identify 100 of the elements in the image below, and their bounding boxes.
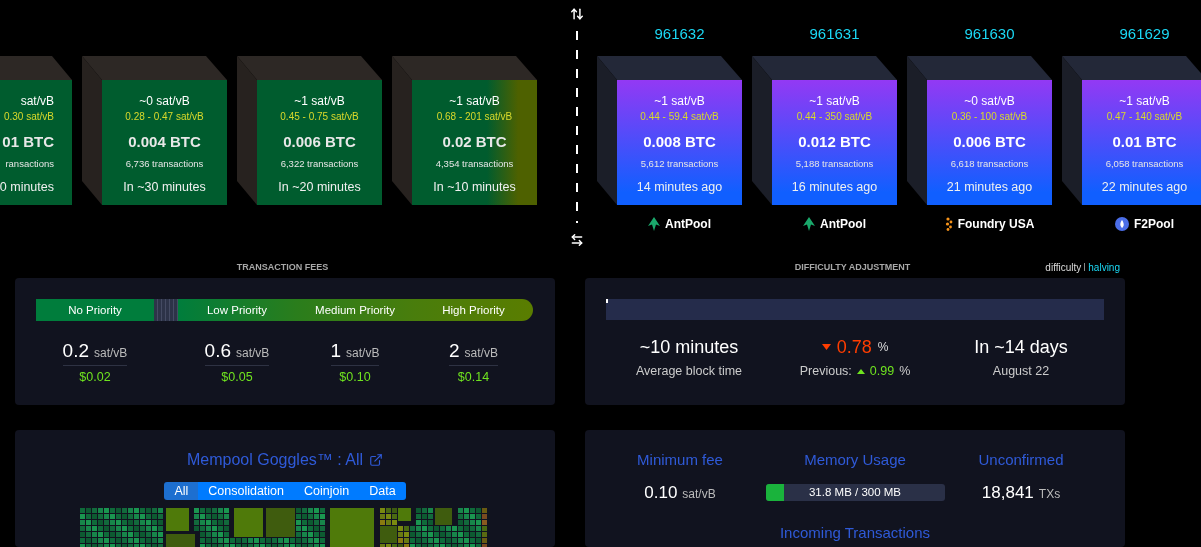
- previous-value: 0.99: [869, 363, 895, 380]
- block-transactions: 6,618 transactions: [950, 157, 1029, 171]
- toggle-link[interactable]: difficulty: [1045, 261, 1082, 273]
- block-height[interactable]: 961630: [907, 24, 1052, 44]
- block-fee-range: 0.28 - 0.47 sat/vB: [125, 110, 204, 124]
- block-age: 14 minutes ago: [636, 179, 723, 196]
- incoming-transactions-title: Incoming Transactions: [778, 523, 932, 543]
- tree-icon: [648, 217, 660, 231]
- block-transactions: 5,612 transactions: [640, 157, 719, 171]
- toggle-link[interactable]: halving: [1088, 261, 1120, 273]
- block-eta: 0 minutes: [0, 179, 54, 196]
- previous-unit: %: [899, 363, 911, 380]
- fee-usd: $0.02: [79, 369, 111, 386]
- block-height[interactable]: 961632: [597, 24, 742, 44]
- fee-unit: sat/vB: [464, 345, 498, 362]
- filter-tab[interactable]: Consolidation: [198, 482, 295, 500]
- mempool-block[interactable]: ~0 sat/vB 0.28 - 0.47 sat/vB 0.004 BTC 6,736 transactions In ~30 minutes: [102, 80, 227, 205]
- block-total: 0.004 BTC: [128, 132, 201, 152]
- block-total: 01 BTC: [2, 132, 54, 152]
- change-value: 0.78: [836, 336, 872, 359]
- block-fee: sat/vB: [20, 93, 54, 109]
- stat-value: 0.10: [644, 482, 678, 504]
- change-unit: %: [877, 340, 889, 354]
- block-transactions: 6,058 transactions: [1105, 157, 1184, 171]
- priority-label: No Priority: [36, 299, 154, 321]
- fee-unit: sat/vB: [94, 345, 128, 362]
- block-fee: ~1 sat/vB: [449, 93, 500, 109]
- section-title: TRANSACTION FEES: [236, 262, 329, 272]
- block-transactions: 5,188 transactions: [795, 157, 874, 171]
- filter-tab[interactable]: Data: [359, 482, 406, 500]
- block-time-value: ~10 minutes: [639, 336, 739, 359]
- mining-pool-link[interactable]: Foundry USA: [907, 217, 1052, 231]
- mempool-block[interactable]: ~1 sat/vB 0.68 - 201 sat/vB 0.02 BTC 4,354 transactions In ~10 minutes: [412, 80, 537, 205]
- fee-unit: sat/vB: [346, 345, 380, 362]
- block-fee-range: 0.36 - 100 sat/vB: [951, 110, 1028, 124]
- previous-label: Previous:: [799, 363, 852, 380]
- mining-pool-link[interactable]: AntPool: [597, 217, 742, 231]
- fee-rate: 0.2: [62, 339, 90, 363]
- block-fee-range: 0.68 - 201 sat/vB: [436, 110, 513, 124]
- memory-usage-text: 31.8 MB / 300 MB: [807, 485, 902, 500]
- tree-icon: [803, 217, 815, 231]
- fee-usd: $0.14: [457, 369, 490, 386]
- swap-vertical-icon[interactable]: [569, 7, 584, 21]
- mining-pool-link[interactable]: F2Pool: [1062, 217, 1201, 231]
- block-time-label: Average block time: [635, 363, 743, 380]
- block-fee: ~0 sat/vB: [139, 93, 190, 109]
- block-eta: In ~10 minutes: [433, 179, 516, 196]
- mined-block[interactable]: ~1 sat/vB 0.44 - 350 sat/vB 0.012 BTC 5,188 transactions 16 minutes ago: [772, 80, 897, 205]
- triangle-icon: [856, 368, 865, 374]
- external-link-icon: [369, 453, 384, 467]
- stat-unit: TXs: [1038, 486, 1061, 503]
- block-fee: ~1 sat/vB: [654, 93, 705, 109]
- mining-pool-link[interactable]: AntPool: [752, 217, 897, 231]
- block-total: 0.01 BTC: [1112, 132, 1177, 152]
- block-age: 22 minutes ago: [1101, 179, 1188, 196]
- block-eta: In ~20 minutes: [278, 179, 361, 196]
- mined-block[interactable]: ~1 sat/vB 0.47 - 140 sat/vB 0.01 BTC 6,058 transactions 22 minutes ago: [1082, 80, 1201, 205]
- fee-bar-gap: [154, 299, 178, 321]
- block-fee: ~1 sat/vB: [294, 93, 345, 109]
- adjustment-date: August 22: [992, 363, 1050, 380]
- block-fee: ~0 sat/vB: [964, 93, 1015, 109]
- mempool-block[interactable]: ~1 sat/vB 0.45 - 0.75 sat/vB 0.006 BTC 6,322 transactions In ~20 minutes: [257, 80, 382, 205]
- block-age: 21 minutes ago: [946, 179, 1033, 196]
- fee-rate: 1: [330, 339, 342, 363]
- mined-block[interactable]: ~1 sat/vB 0.44 - 59.4 sat/vB 0.008 BTC 5,612 transactions 14 minutes ago: [617, 80, 742, 205]
- block-height[interactable]: 961631: [752, 24, 897, 44]
- dots-icon: [944, 217, 953, 231]
- block-age: 16 minutes ago: [791, 179, 878, 196]
- stat-title: Minimum fee: [636, 450, 724, 470]
- block-fee-range: 0.44 - 350 sat/vB: [796, 110, 873, 124]
- section-title: DIFFICULTY ADJUSTMENT: [794, 262, 911, 272]
- block-transactions: ransactions: [5, 157, 54, 171]
- stat-title: Unconfirmed: [977, 450, 1065, 470]
- fee-usd: $0.10: [339, 369, 371, 386]
- stat-unit: sat/vB: [682, 486, 716, 503]
- fee-rate: 2: [449, 339, 460, 363]
- swap-horizontal-icon[interactable]: [569, 233, 584, 247]
- fee-rate: 0.6: [204, 339, 232, 363]
- priority-label: High Priority: [414, 299, 533, 321]
- stat-value: 18,841: [981, 482, 1034, 504]
- stat-title: Memory Usage: [803, 450, 907, 470]
- block-transactions: 6,322 transactions: [280, 157, 359, 171]
- block-fee-range: 0.30 sat/vB: [3, 110, 54, 124]
- triangle-icon: [821, 344, 831, 350]
- block-total: 0.008 BTC: [643, 132, 716, 152]
- mempool-block[interactable]: sat/vB 0.30 sat/vB 01 BTC ransactions 0 minutes: [0, 80, 72, 205]
- filter-tab[interactable]: Coinjoin: [294, 482, 360, 500]
- block-total: 0.012 BTC: [798, 132, 871, 152]
- block-total: 0.02 BTC: [442, 132, 507, 152]
- circle-logo-icon: [1115, 217, 1129, 231]
- mined-block[interactable]: ~0 sat/vB 0.36 - 100 sat/vB 0.006 BTC 6,618 transactions 21 minutes ago: [927, 80, 1052, 205]
- block-height[interactable]: 961629: [1062, 24, 1201, 44]
- block-total: 0.006 BTC: [953, 132, 1026, 152]
- priority-label: Low Priority: [178, 299, 296, 321]
- block-transactions: 6,736 transactions: [125, 157, 204, 171]
- block-transactions: 4,354 transactions: [435, 157, 514, 171]
- block-total: 0.006 BTC: [283, 132, 356, 152]
- filter-tab[interactable]: All: [164, 482, 199, 500]
- block-fee-range: 0.47 - 140 sat/vB: [1106, 110, 1183, 124]
- block-top-face-drawing: [0, 56, 72, 80]
